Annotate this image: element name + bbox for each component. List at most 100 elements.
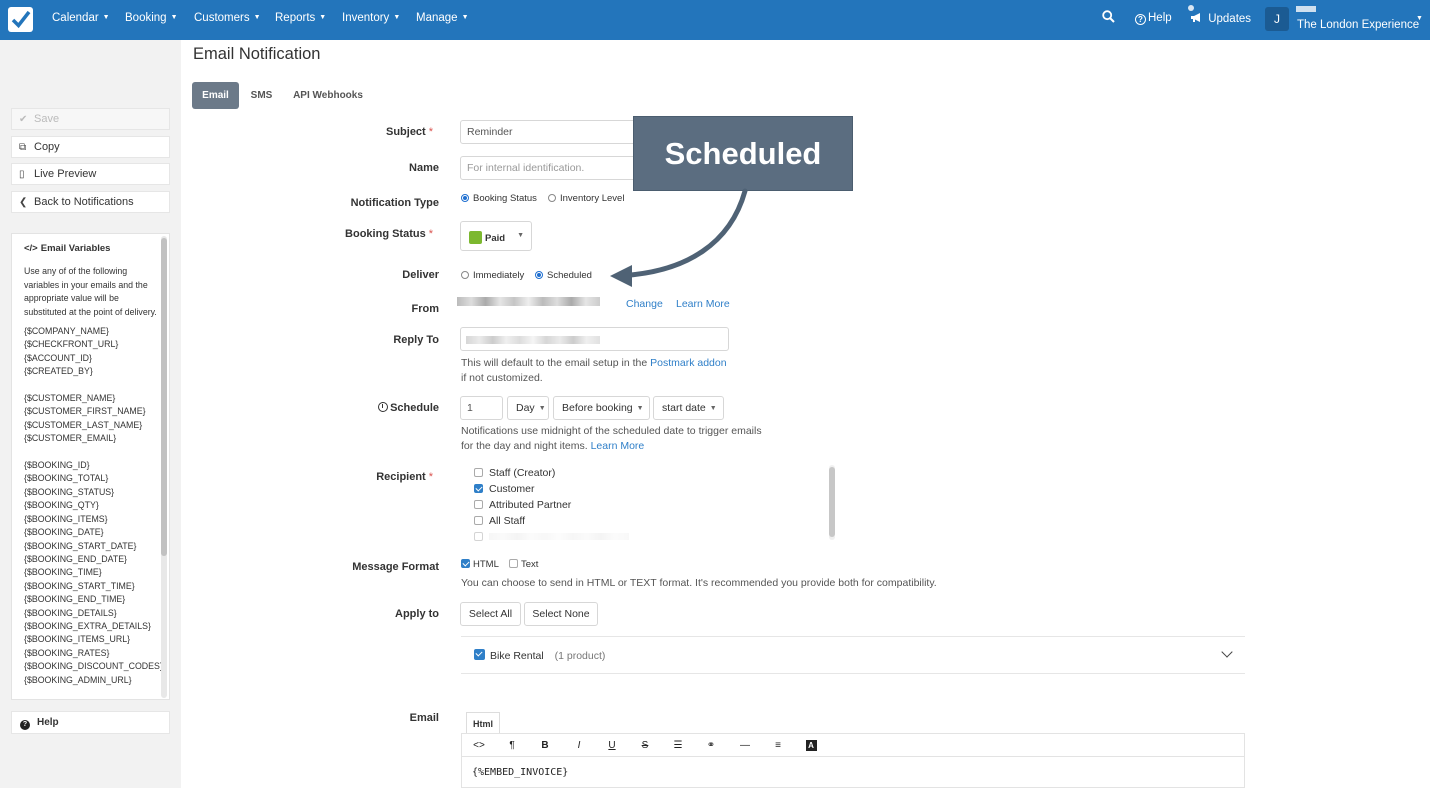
format-text-checkbox[interactable]: Text — [509, 559, 538, 570]
horizontal-rule-icon[interactable]: — — [738, 740, 752, 751]
recipient-customer[interactable]: Customer — [474, 483, 535, 495]
email-variables-panel[interactable]: </> Email Variables Use any of of the fol… — [11, 233, 170, 700]
from-learn-more-link[interactable]: Learn More — [676, 297, 730, 312]
search-icon[interactable] — [1102, 10, 1115, 26]
save-button[interactable]: ✔ Save — [11, 108, 170, 130]
copy-button[interactable]: ⧉ Copy — [11, 136, 170, 158]
nav-manage[interactable]: Manage ▼ — [416, 12, 469, 24]
notification-type-label: Notification Type — [350, 197, 439, 209]
variable-item[interactable]: {$CREATED_BY} — [24, 365, 159, 378]
schedule-unit-select[interactable]: Day ▼ — [507, 396, 549, 420]
underline-icon[interactable]: U — [605, 740, 619, 751]
variable-item[interactable]: {$BOOKING_EXTRA_DETAILS} — [24, 620, 159, 633]
variable-item[interactable]: {$BOOKING_ADMIN_URL} — [24, 674, 159, 687]
booking-status-select[interactable]: Paid ▼ — [460, 221, 532, 251]
variable-item[interactable]: {$BOOKING_QTY} — [24, 499, 159, 512]
variable-item[interactable]: {$BOOKING_ID} — [24, 459, 159, 472]
variable-item[interactable]: {$COMPANY_NAME} — [24, 325, 159, 338]
radio-scheduled[interactable]: Scheduled — [535, 270, 592, 281]
nav-customers[interactable]: Customers ▼ — [194, 12, 261, 24]
recipient-all-staff[interactable]: All Staff — [474, 515, 525, 527]
variable-item[interactable]: {$BOOKING_START_TIME} — [24, 580, 159, 593]
account-name[interactable]: The London Experience — [1297, 19, 1419, 31]
editor-toolbar: <> ¶ B I U S ☰ ⚭ — ≡ A — [461, 733, 1245, 757]
recipient-attributed-partner[interactable]: Attributed Partner — [474, 499, 571, 511]
variable-item[interactable]: {$CUSTOMER_FIRST_NAME} — [24, 405, 159, 418]
editor-tab-html[interactable]: Html — [466, 712, 500, 734]
code-view-icon[interactable]: <> — [472, 740, 486, 751]
variable-item[interactable]: {$BOOKING_ITEMS_URL} — [24, 633, 159, 646]
paragraph-icon[interactable]: ¶ — [505, 740, 519, 751]
select-none-button[interactable]: Select None — [524, 602, 598, 626]
email-editor-content[interactable]: {%EMBED_INVOICE} — [472, 767, 568, 778]
variable-item[interactable]: {$BOOKING_DETAILS} — [24, 607, 159, 620]
schedule-quantity-input[interactable]: 1 — [460, 396, 503, 420]
change-from-link[interactable]: Change — [626, 297, 663, 312]
name-input[interactable]: For internal identification. — [460, 156, 650, 180]
variable-item[interactable]: {$CUSTOMER_EMAIL} — [24, 432, 159, 445]
italic-icon[interactable]: I — [572, 740, 586, 751]
tab-email[interactable]: Email — [192, 82, 239, 109]
schedule-reference-select[interactable]: start date ▼ — [653, 396, 724, 420]
deliver-label: Deliver — [402, 269, 439, 281]
avatar[interactable]: J — [1265, 7, 1289, 31]
variable-item[interactable]: {$BOOKING_START_DATE} — [24, 540, 159, 553]
back-to-notifications-button[interactable]: ❮ Back to Notifications — [11, 191, 170, 213]
variable-item[interactable]: {$BOOKING_DATE} — [24, 526, 159, 539]
variable-item[interactable]: {$CHECKFRONT_URL} — [24, 338, 159, 351]
nav-reports[interactable]: Reports ▼ — [275, 12, 326, 24]
format-html-checkbox[interactable]: HTML — [461, 559, 499, 570]
recipient-staff-creator[interactable]: Staff (Creator) — [474, 467, 555, 479]
question-circle-icon: ? — [20, 720, 30, 730]
list-icon[interactable]: ☰ — [671, 740, 685, 751]
email-editor-body[interactable] — [461, 757, 1245, 788]
help-link[interactable]: ? Help — [1135, 12, 1172, 25]
variable-item[interactable]: {$BOOKING_END_TIME} — [24, 593, 159, 606]
live-preview-button[interactable]: ▯ Live Preview — [11, 163, 170, 185]
copy-icon: ⧉ — [19, 142, 27, 153]
nav-inventory[interactable]: Inventory ▼ — [342, 12, 400, 24]
recipient-partial-row[interactable] — [474, 531, 629, 543]
callout-arrow — [610, 188, 748, 287]
align-icon[interactable]: ≡ — [771, 740, 785, 751]
variable-item[interactable]: {$CUSTOMER_NAME} — [24, 392, 159, 405]
chevron-down-icon[interactable]: ▼ — [1416, 15, 1423, 22]
tab-api-webhooks[interactable]: API Webhooks — [287, 82, 369, 109]
text-color-icon[interactable]: A — [804, 740, 818, 751]
variable-item[interactable]: {$BOOKING_TIME} — [24, 566, 159, 579]
strikethrough-icon[interactable]: S — [638, 740, 652, 751]
bold-icon[interactable]: B — [538, 740, 552, 751]
variable-item[interactable]: {$BOOKING_END_DATE} — [24, 553, 159, 566]
variable-item[interactable]: {$BOOKING_STATUS} — [24, 486, 159, 499]
updates-link[interactable]: Updates — [1190, 12, 1251, 25]
variable-item[interactable]: {$BOOKING_RATES} — [24, 647, 159, 660]
variable-item[interactable]: {$BOOKING_TOTAL} — [24, 472, 159, 485]
variable-item[interactable]: {$BOOKING_DISCOUNT_CODES} — [24, 660, 163, 673]
scheduled-callout: Scheduled — [633, 116, 853, 191]
sidebar-help-button[interactable]: ? Help — [11, 711, 170, 734]
variable-item[interactable]: {$BOOKING_ITEMS} — [24, 513, 159, 526]
schedule-learn-more-link[interactable]: Learn More — [591, 440, 645, 452]
recipient-scrollbar-thumb[interactable] — [829, 467, 835, 537]
product-bike-rental[interactable]: Bike Rental (1 product) — [474, 649, 605, 662]
chevron-down-icon[interactable] — [1221, 646, 1233, 658]
postmark-addon-link[interactable]: Postmark addon — [650, 357, 726, 369]
nav-calendar[interactable]: Calendar ▼ — [52, 12, 110, 24]
variables-scrollbar-thumb[interactable] — [161, 238, 167, 556]
radio-booking-status[interactable]: Booking Status — [461, 193, 537, 204]
variable-item[interactable]: {$ACCOUNT_ID} — [24, 352, 159, 365]
link-icon[interactable]: ⚭ — [704, 740, 718, 751]
from-label: From — [411, 303, 440, 315]
tab-sms[interactable]: SMS — [244, 82, 279, 109]
chevron-left-icon: ❮ — [19, 197, 28, 208]
chevron-down-icon: ▼ — [170, 14, 178, 21]
select-all-button[interactable]: Select All — [460, 602, 521, 626]
nav-booking[interactable]: Booking ▼ — [125, 12, 178, 24]
app-logo[interactable] — [8, 7, 33, 32]
schedule-when-select[interactable]: Before booking ▼ — [553, 396, 650, 420]
reply-to-email-redacted — [466, 336, 600, 344]
subject-input[interactable]: Reminder — [460, 120, 650, 144]
variable-item[interactable]: {$CUSTOMER_LAST_NAME} — [24, 419, 159, 432]
radio-immediately[interactable]: Immediately — [461, 270, 524, 281]
status-color-swatch — [469, 231, 482, 244]
